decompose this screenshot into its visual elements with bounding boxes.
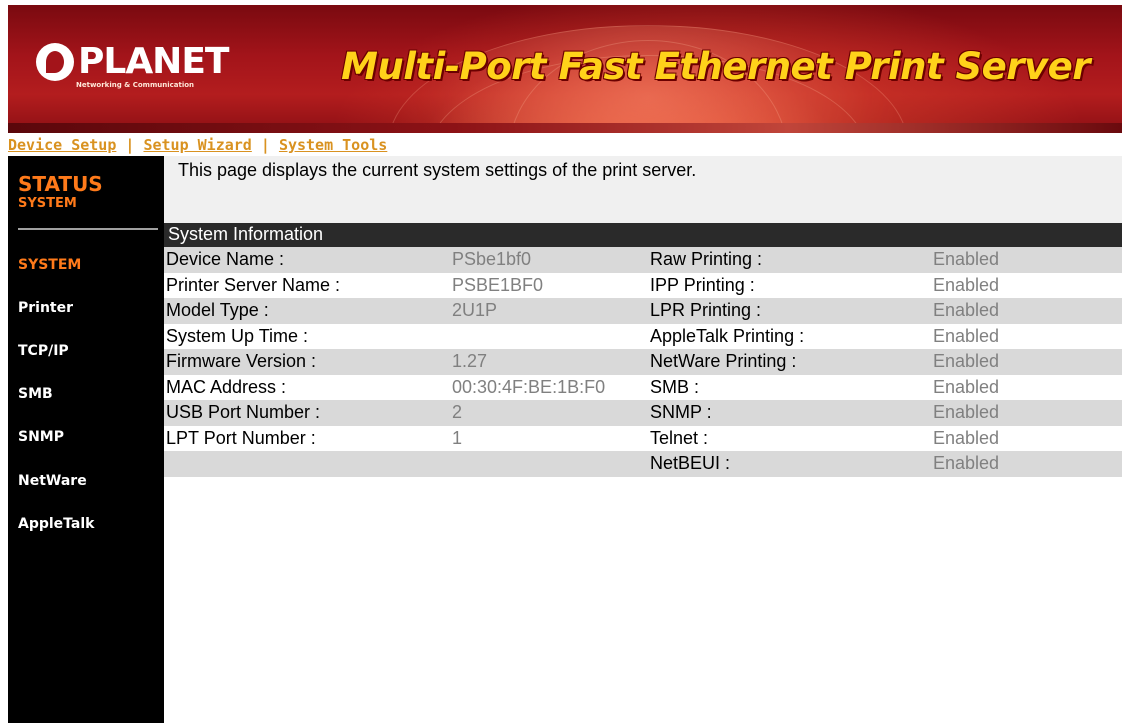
sidebar-item-tcpip[interactable]: TCP/IP	[18, 343, 69, 359]
nav-separator: |	[125, 136, 135, 154]
table-row: NetBEUI : Enabled	[164, 451, 1122, 477]
row-value: Enabled	[933, 427, 1000, 448]
section-header-title: System Information	[168, 224, 324, 244]
row-label: USB Port Number :	[164, 400, 450, 426]
table-row: Firmware Version : 1.27 NetWare Printing…	[164, 349, 1122, 375]
sidebar-item-snmp[interactable]: SNMP	[18, 429, 64, 445]
row-value: Enabled	[931, 349, 1122, 375]
banner-stripe	[8, 123, 1122, 133]
intro-text: This page displays the current system se…	[178, 160, 697, 180]
logo-tagline: Networking & Communication	[76, 81, 195, 89]
row-value	[450, 451, 648, 477]
sidebar-item-smb[interactable]: SMB	[18, 386, 53, 402]
row-label: NetBEUI :	[648, 451, 931, 477]
row-value: Enabled	[933, 376, 1000, 397]
sidebar-item-printer[interactable]: Printer	[18, 300, 73, 316]
nav-setup-wizard[interactable]: Setup Wizard	[143, 136, 251, 154]
table-row: Device Name : PSbe1bf0 Raw Printing : En…	[164, 247, 1122, 273]
top-nav: Device Setup | Setup Wizard | System Too…	[8, 136, 387, 156]
row-label: Printer Server Name :	[166, 274, 341, 295]
row-label: LPT Port Number :	[166, 427, 316, 448]
row-value: 1	[452, 427, 463, 448]
header-banner: PLANET Networking & Communication Multi-…	[8, 5, 1122, 133]
nav-system-tools[interactable]: System Tools	[279, 136, 387, 154]
table-row: Printer Server Name : PSBE1BF0 IPP Print…	[164, 273, 1122, 299]
row-label	[164, 451, 450, 477]
row-label: SMB :	[650, 376, 700, 397]
sidebar-item-system[interactable]: SYSTEM	[18, 257, 81, 273]
table-row: LPT Port Number : 1 Telnet : Enabled	[164, 426, 1122, 452]
system-info-table: Device Name : PSbe1bf0 Raw Printing : En…	[164, 247, 1122, 477]
row-value: 2U1P	[450, 298, 648, 324]
table-row: System Up Time : AppleTalk Printing : En…	[164, 324, 1122, 350]
row-label: MAC Address :	[166, 376, 287, 397]
row-label: IPP Printing :	[650, 274, 755, 295]
sidebar-item-appletalk[interactable]: AppleTalk	[18, 516, 94, 532]
row-value: 00:30:4F:BE:1B:F0	[452, 376, 606, 397]
product-title: Multi-Port Fast Ethernet Print Server	[341, 45, 1090, 88]
table-row: MAC Address : 00:30:4F:BE:1B:F0 SMB : En…	[164, 375, 1122, 401]
row-value	[450, 324, 648, 350]
logo-text: PLANET	[78, 41, 229, 82]
row-value: PSbe1bf0	[450, 247, 648, 273]
row-label: Firmware Version :	[164, 349, 450, 375]
sidebar-section-subtitle: SYSTEM	[18, 196, 77, 211]
nav-separator: |	[260, 136, 270, 154]
row-label: SNMP :	[648, 400, 931, 426]
row-label: NetWare Printing :	[648, 349, 931, 375]
row-label: AppleTalk Printing :	[650, 325, 805, 346]
row-label: Telnet :	[650, 427, 709, 448]
row-value: 1.27	[450, 349, 648, 375]
row-label: LPR Printing :	[648, 298, 931, 324]
intro-panel: This page displays the current system se…	[164, 156, 1122, 223]
row-value: Enabled	[933, 274, 1000, 295]
row-label: Model Type :	[164, 298, 450, 324]
planet-logo: PLANET	[36, 41, 229, 82]
nav-device-setup[interactable]: Device Setup	[8, 136, 116, 154]
row-label: Raw Printing :	[648, 247, 931, 273]
row-value: 2	[450, 400, 648, 426]
row-value: Enabled	[933, 325, 1000, 346]
table-row: Model Type : 2U1P LPR Printing : Enabled	[164, 298, 1122, 324]
sidebar-section-title: STATUS	[18, 172, 103, 196]
row-value: Enabled	[931, 400, 1122, 426]
sidebar-divider	[18, 228, 158, 230]
row-label: Device Name :	[164, 247, 450, 273]
sidebar: STATUS SYSTEM SYSTEM Printer TCP/IP SMB …	[8, 156, 164, 723]
table-row: USB Port Number : 2 SNMP : Enabled	[164, 400, 1122, 426]
section-header: System Information	[164, 223, 1122, 247]
row-label: System Up Time :	[166, 325, 309, 346]
row-value: Enabled	[931, 298, 1122, 324]
sidebar-item-netware[interactable]: NetWare	[18, 473, 87, 489]
row-value: PSBE1BF0	[452, 274, 544, 295]
planet-logo-icon	[36, 43, 74, 81]
row-value: Enabled	[931, 451, 1122, 477]
row-value: Enabled	[931, 247, 1122, 273]
